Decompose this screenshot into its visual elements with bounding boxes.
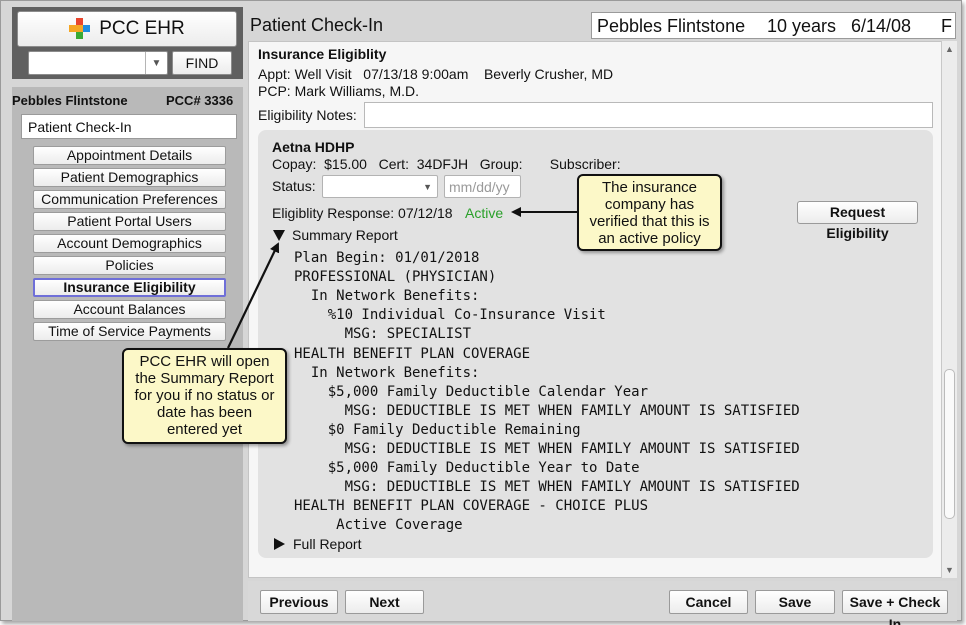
full-report-toggle[interactable]: Full Report (274, 536, 361, 552)
save-button[interactable]: Save (755, 590, 835, 614)
insurance-plan-details: Copay: $15.00 Cert: 34DFJH Group: Subscr… (272, 156, 621, 172)
sidebar-item-patient-portal-users[interactable]: Patient Portal Users (33, 212, 226, 231)
status-label: Status: (272, 178, 316, 194)
cancel-button[interactable]: Cancel (669, 590, 748, 614)
scroll-up-icon[interactable]: ▲ (945, 44, 954, 54)
appointment-line: Appt: Well Visit 07/13/18 9:00am Beverly… (258, 66, 614, 82)
pcc-logo-icon (69, 18, 91, 40)
disclosure-collapsed-icon[interactable] (274, 538, 285, 550)
find-button[interactable]: FIND (172, 51, 232, 75)
sidebar-patient-name: Pebbles Flintstone (12, 93, 128, 108)
request-eligibility-button[interactable]: Request Eligibility (797, 201, 918, 241)
sidebar-item-account-demographics[interactable]: Account Demographics (33, 234, 226, 253)
summary-report-line: In Network Benefits: (294, 288, 480, 304)
summary-report-line: MSG: SPECIALIST (294, 326, 472, 342)
eligibility-response-label: Eligiblity Response: 07/12/18 (272, 205, 453, 221)
summary-report-toggle[interactable]: Summary Report (273, 227, 398, 243)
disclosure-expanded-icon[interactable] (273, 229, 285, 241)
sidebar-item-communication-preferences[interactable]: Communication Preferences (33, 190, 226, 209)
callout-active-policy: The insurance company has verified that … (577, 174, 722, 251)
full-report-label: Full Report (293, 536, 362, 552)
summary-report-line: MSG: DEDUCTIBLE IS MET WHEN FAMILY AMOUN… (294, 441, 800, 457)
pcc-ehr-window: PCC EHR ▼ FIND Pebbles Flintstone PCC# 3… (0, 0, 962, 625)
save-check-in-button[interactable]: Save + Check In (842, 590, 948, 625)
eligibility-status-active: Active (465, 205, 504, 221)
summary-report-line: MSG: DEDUCTIBLE IS MET WHEN FAMILY AMOUN… (294, 403, 800, 419)
next-button[interactable]: Next (345, 590, 424, 614)
patient-banner: Pebbles Flintstone 10 years 6/14/08 F (591, 12, 956, 39)
sidebar-item-time-of-service-payments[interactable]: Time of Service Payments (33, 322, 226, 341)
callout-summary-open: PCC EHR will open the Summary Report for… (122, 348, 287, 444)
summary-report-line: %10 Individual Co-Insurance Visit (294, 307, 606, 323)
chevron-down-icon[interactable]: ▼ (145, 52, 167, 74)
eligibility-notes-input[interactable] (364, 102, 933, 128)
banner-patient-name: Pebbles Flintstone (597, 16, 746, 36)
pcc-ehr-home-button[interactable]: PCC EHR (17, 11, 237, 47)
summary-report-line: In Network Benefits: (294, 365, 480, 381)
summary-report-line: $5,000 Family Deductible Calendar Year (294, 384, 649, 400)
sidebar-item-appointment-details[interactable]: Appointment Details (33, 146, 226, 165)
section-title: Insurance Eligiblity (258, 46, 387, 62)
sidebar-item-patient-demographics[interactable]: Patient Demographics (33, 168, 226, 187)
banner-dob: 6/14/08 (851, 16, 912, 36)
summary-report-line: MSG: DEDUCTIBLE IS MET WHEN FAMILY AMOUN… (294, 479, 800, 495)
scroll-thumb[interactable] (944, 369, 955, 519)
summary-report-line: Active Coverage (294, 517, 463, 533)
banner-sex: F (941, 16, 952, 36)
patient-search-select[interactable]: ▼ (28, 51, 168, 75)
pcp-line: PCP: Mark Williams, M.D. (258, 83, 419, 99)
previous-button[interactable]: Previous (260, 590, 338, 614)
summary-report-line: $0 Family Deductible Remaining (294, 422, 581, 438)
page-title: Patient Check-In (250, 15, 384, 35)
eligibility-notes-label: Eligibility Notes: (258, 107, 357, 123)
eligibility-date-input[interactable]: mm/dd/yy (444, 175, 521, 198)
content-scrollbar[interactable]: ▲ ▼ (941, 41, 957, 578)
status-select[interactable]: ▼ (322, 175, 438, 198)
chevron-down-icon[interactable]: ▼ (423, 182, 432, 192)
sidebar-current-page[interactable]: Patient Check-In (21, 114, 237, 139)
brand-name: PCC EHR (99, 18, 185, 39)
banner-age: 10 years (767, 16, 837, 36)
summary-report-line: HEALTH BENEFIT PLAN COVERAGE - CHOICE PL… (294, 498, 649, 514)
sidebar-item-policies[interactable]: Policies (33, 256, 226, 275)
summary-report-line: Plan Begin: 01/01/2018 (294, 250, 480, 266)
sidebar-item-account-balances[interactable]: Account Balances (33, 300, 226, 319)
summary-report-line: $5,000 Family Deductible Year to Date (294, 460, 640, 476)
summary-report-line: PROFESSIONAL (PHYSICIAN) (294, 269, 497, 285)
scroll-down-icon[interactable]: ▼ (945, 565, 954, 575)
sidebar-patient-id: PCC# 3336 (166, 93, 234, 108)
summary-report-label: Summary Report (292, 227, 398, 243)
sidebar-item-insurance-eligibility[interactable]: Insurance Eligibility (33, 278, 226, 297)
summary-report-line: HEALTH BENEFIT PLAN COVERAGE (294, 346, 531, 362)
insurance-plan-name: Aetna HDHP (272, 139, 355, 155)
